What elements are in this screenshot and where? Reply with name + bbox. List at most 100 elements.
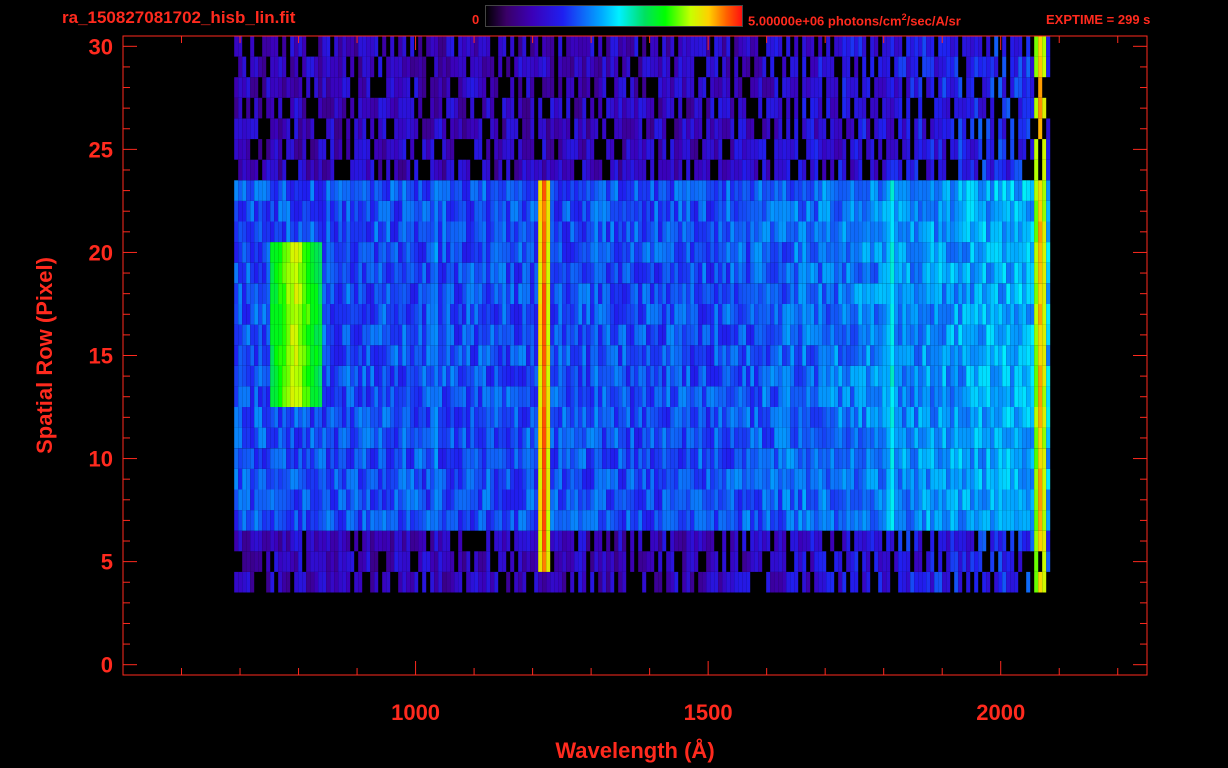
heatmap-cell (474, 448, 479, 469)
heatmap-cell (254, 56, 259, 78)
heatmap-cell (466, 365, 471, 387)
heatmap-cell (1038, 221, 1043, 243)
heatmap-cell (934, 283, 939, 304)
heatmap-cell (422, 489, 427, 511)
heatmap-cell (502, 345, 507, 366)
heatmap-cell (1006, 345, 1011, 366)
heatmap-cell (822, 262, 827, 284)
heatmap-cell (458, 242, 463, 263)
heatmap-cell (958, 448, 963, 469)
heatmap-cell (958, 530, 963, 552)
heatmap-cell (866, 407, 871, 428)
heatmap-cell (874, 200, 879, 222)
heatmap-cell (774, 139, 779, 160)
heatmap-cell (810, 283, 815, 304)
heatmap-cell (406, 551, 411, 572)
heatmap-cell (314, 283, 319, 304)
heatmap-cell (546, 345, 551, 366)
heatmap-cell (934, 180, 939, 201)
heatmap-cell (578, 139, 583, 160)
heatmap-cell (286, 489, 291, 511)
heatmap-cell (406, 56, 411, 78)
heatmap-cell (502, 283, 507, 304)
heatmap-cell (426, 551, 431, 572)
heatmap-cell (762, 56, 767, 78)
heatmap-cell (998, 139, 1003, 160)
heatmap-cell (702, 200, 707, 222)
heatmap-cell (302, 200, 307, 222)
heatmap-cell (554, 510, 559, 531)
heatmap-cell (286, 571, 291, 593)
heatmap-cell (614, 159, 619, 181)
heatmap-cell (746, 489, 751, 511)
heatmap-cell (262, 324, 267, 346)
heatmap-cell (582, 56, 587, 78)
heatmap-cell (918, 97, 923, 119)
heatmap-cell (1026, 97, 1031, 119)
heatmap-cell (434, 468, 439, 490)
heatmap-cell (690, 365, 695, 387)
heatmap-cell (750, 262, 755, 284)
heatmap-cell (662, 365, 667, 387)
heatmap-cell (786, 77, 791, 98)
heatmap-cell (994, 530, 999, 552)
heatmap-cell (882, 551, 887, 572)
heatmap-cell (246, 448, 251, 469)
heatmap-cell (818, 118, 823, 140)
heatmap-cell (334, 200, 339, 222)
heatmap-cell (286, 118, 291, 140)
heatmap-cell (778, 510, 783, 531)
heatmap-cell (454, 427, 459, 449)
heatmap-cell (550, 510, 555, 531)
heatmap-cell (842, 180, 847, 201)
heatmap-cell (306, 283, 311, 304)
heatmap-cell (498, 407, 503, 428)
heatmap-cell (514, 180, 519, 201)
heatmap-cell (382, 139, 387, 160)
heatmap-cell (1006, 489, 1011, 511)
heatmap-cell (674, 118, 679, 140)
heatmap-cell (930, 118, 935, 140)
heatmap-cell (1010, 386, 1015, 407)
heatmap-cell (922, 468, 927, 490)
heatmap-cell (410, 365, 415, 387)
heatmap-cell (794, 468, 799, 490)
heatmap-cell (706, 304, 711, 325)
heatmap-cell (722, 200, 727, 222)
heatmap-cell (894, 283, 899, 304)
heatmap-cell (982, 180, 987, 201)
heatmap-cell (790, 407, 795, 428)
heatmap-cell (986, 180, 991, 201)
heatmap-cell (438, 448, 443, 469)
heatmap-cell (958, 427, 963, 449)
heatmap-cell (830, 139, 835, 160)
heatmap-cell (422, 304, 427, 325)
heatmap-cell (390, 386, 395, 407)
heatmap-cell (590, 365, 595, 387)
heatmap-cell (798, 407, 803, 428)
heatmap-cell (770, 489, 775, 511)
heatmap-cell (270, 386, 275, 407)
heatmap-cell (586, 118, 591, 140)
heatmap-cell (290, 97, 295, 119)
heatmap-cell (350, 551, 355, 572)
heatmap-cell (994, 283, 999, 304)
heatmap-cell (658, 180, 663, 201)
heatmap-cell (1022, 468, 1027, 490)
heatmap-cell (378, 530, 383, 552)
heatmap-cell (562, 489, 567, 511)
heatmap-cell (650, 283, 655, 304)
heatmap-cell (658, 427, 663, 449)
heatmap-cell (838, 510, 843, 531)
heatmap-cell (998, 365, 1003, 387)
heatmap-cell (470, 489, 475, 511)
heatmap-cell (598, 365, 603, 387)
heatmap-cell (482, 345, 487, 366)
heatmap-cell (874, 36, 879, 57)
heatmap-cell (554, 200, 559, 222)
heatmap-cell (462, 242, 467, 263)
heatmap-cell (262, 283, 267, 304)
heatmap-cell (710, 283, 715, 304)
heatmap-cell (234, 407, 239, 428)
heatmap-cell (882, 242, 887, 263)
